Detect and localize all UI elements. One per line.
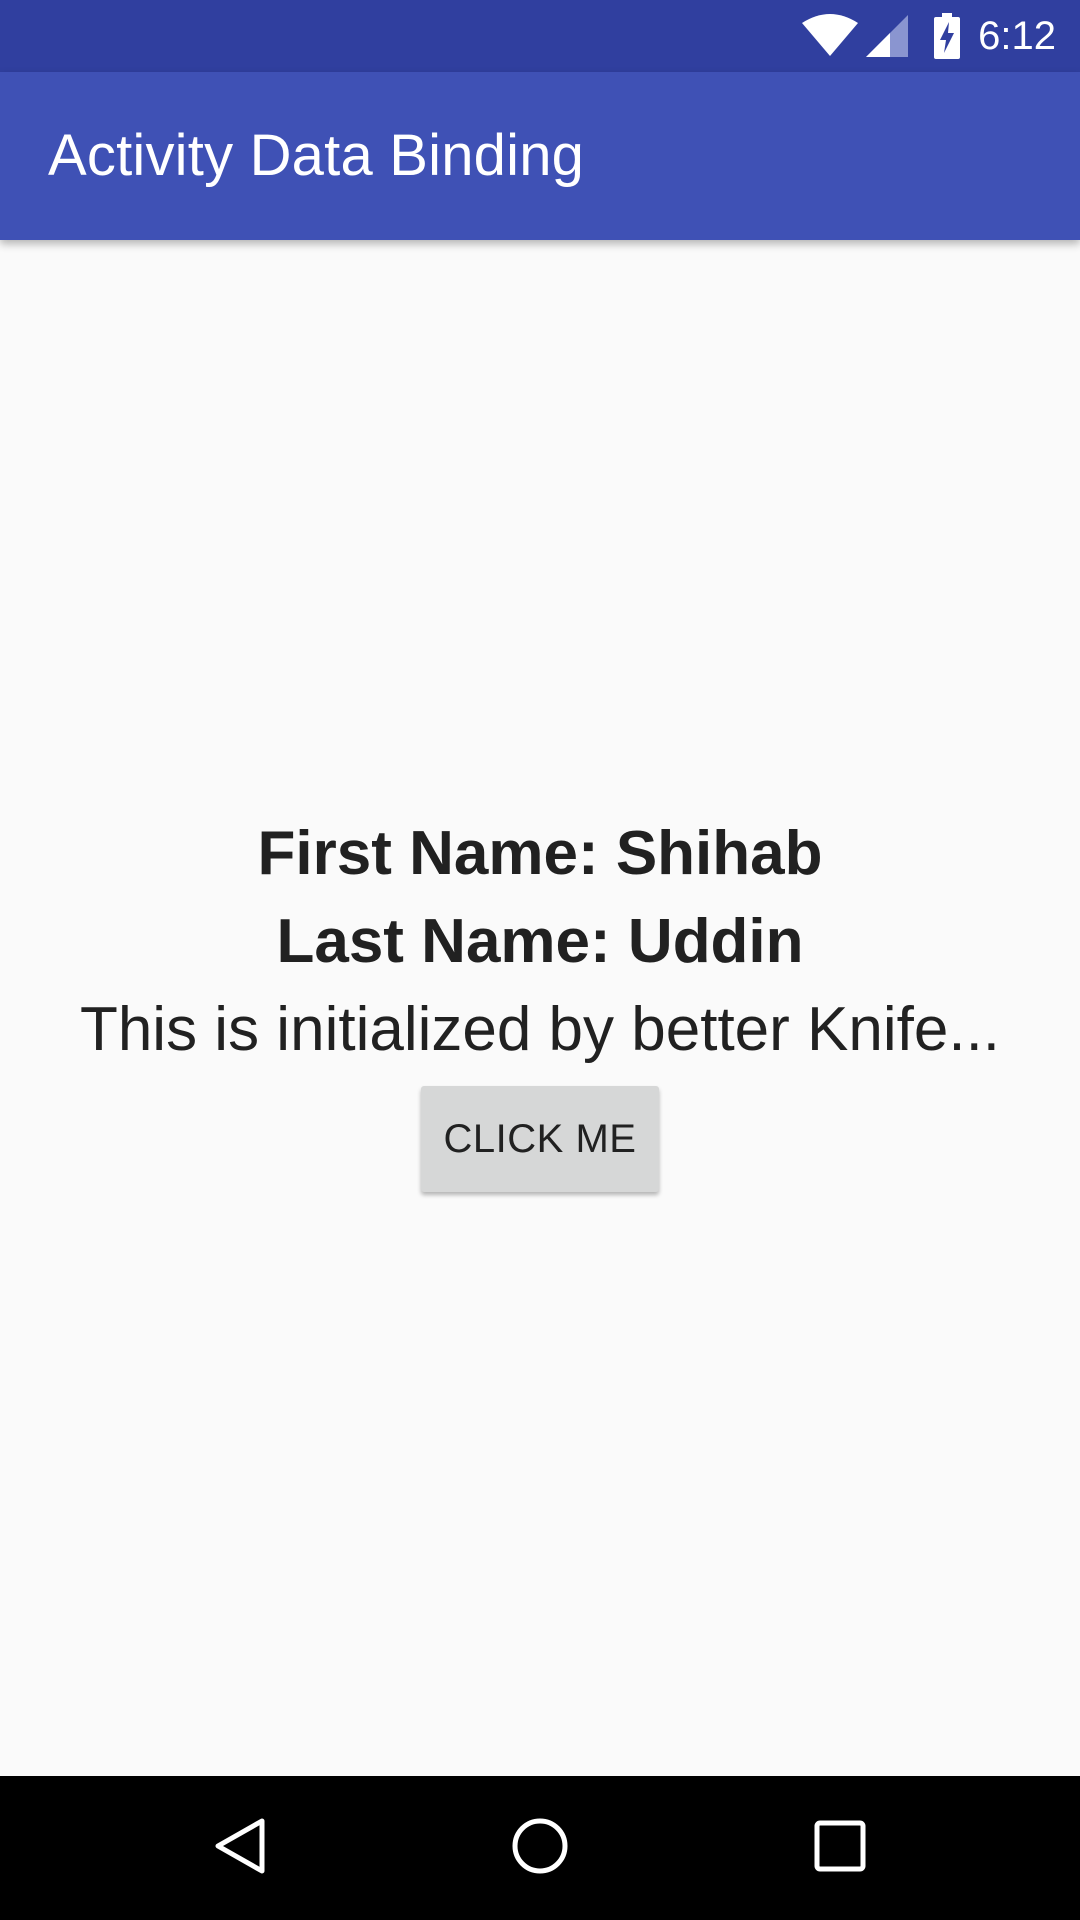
recents-button[interactable] [760,1776,920,1920]
home-icon [510,1816,570,1881]
recents-icon [814,1820,866,1877]
screen: 6:12 Activity Data Binding First Name: S… [0,0,1080,1920]
app-bar: Activity Data Binding [0,72,1080,240]
back-icon [212,1816,268,1881]
status-icons: 6:12 [802,0,1056,72]
description-text: This is initialized by better Knife... [79,995,1001,1064]
app-title: Activity Data Binding [48,123,585,188]
home-button[interactable] [460,1776,620,1920]
status-bar: 6:12 [0,0,1080,72]
wifi-icon [802,14,859,58]
click-me-button[interactable]: CLICK ME [421,1086,659,1192]
cell-signal-icon [866,15,909,57]
first-name-text: First Name: Shihab [257,819,823,888]
navigation-bar [0,1776,1080,1920]
name-block: First Name: Shihab Last Name: Uddin This… [0,810,1080,1192]
battery-charging-icon [934,13,961,59]
last-name-text: Last Name: Uddin [276,907,804,976]
back-button[interactable] [160,1776,320,1920]
status-time: 6:12 [978,14,1056,58]
content-area: First Name: Shihab Last Name: Uddin This… [0,240,1080,1776]
